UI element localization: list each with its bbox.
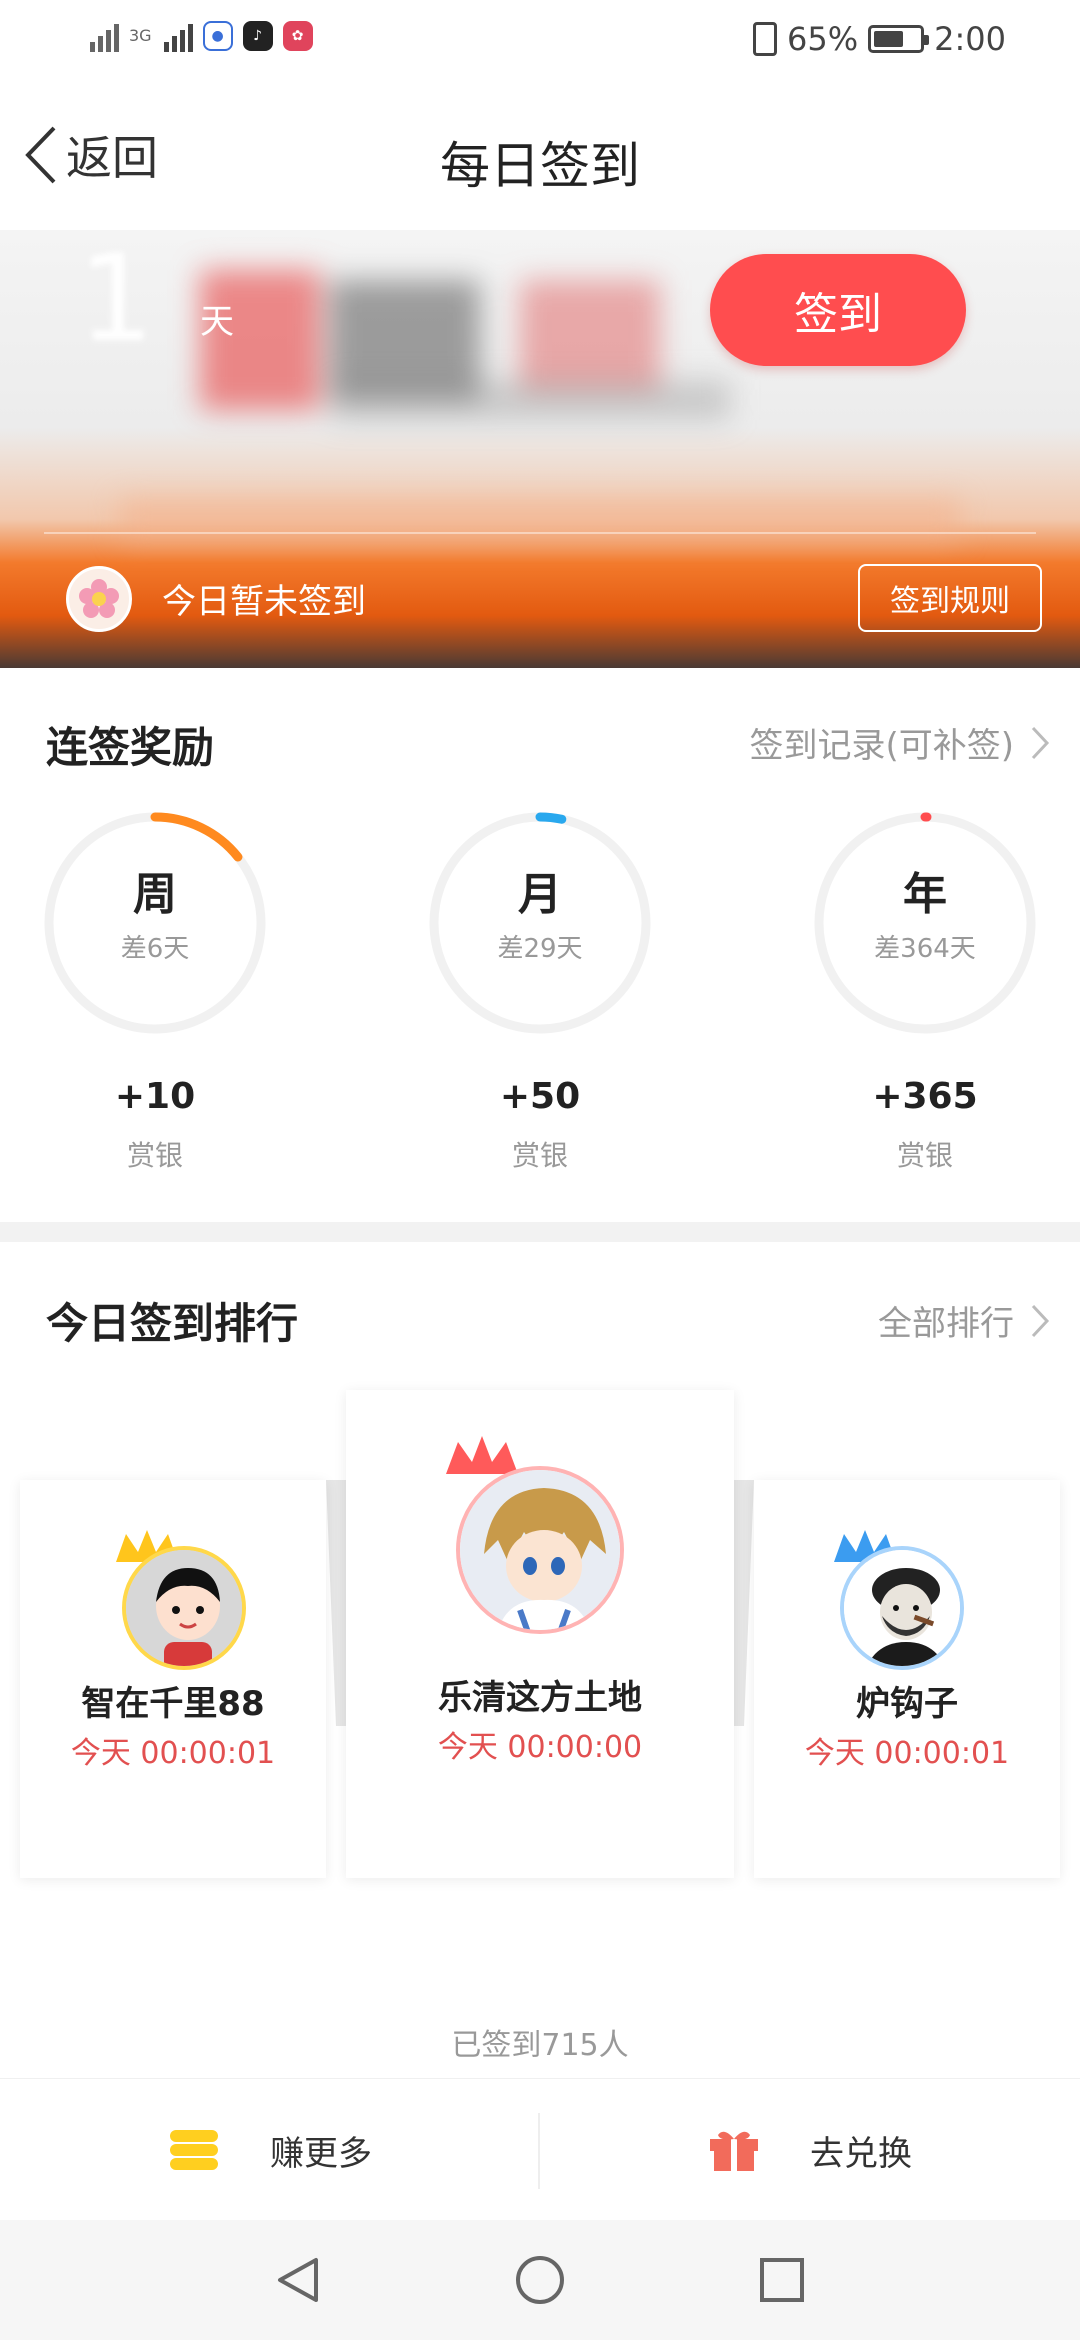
earn-more-button[interactable]: 赚更多 [168,2079,372,2221]
ranking-title: 今日签到排行 [46,1299,299,1348]
gift-icon [710,2131,758,2171]
streak-reward-currency: 赏银 [126,1139,183,1172]
rank-user-name: 智在千里88 [81,1684,265,1724]
nav-back-icon[interactable] [272,2254,324,2306]
streak-period-label: 月 [518,869,562,920]
rank-signin-time: 今天 00:00:00 [437,1730,643,1765]
network-type-label: 3G [129,26,152,45]
chevron-right-icon [1031,1304,1050,1337]
avatar [840,1546,964,1670]
podium-shadow-right [734,1480,754,1726]
streak-reward-value: +10 [114,1076,196,1117]
status-icons-left: 3G ● ♪ ✿ [90,20,313,52]
signin-button[interactable]: 签到 [710,254,966,366]
streak-remaining-label: 差6天 [120,934,190,964]
streak-ring-year: 年 差364天 [812,810,1038,1036]
streak-rewards-title: 连签奖励 [46,723,215,772]
rank-card-second[interactable]: 智在千里88 今天 00:00:01 [20,1480,326,1878]
baidu-app-icon: ● [202,21,233,51]
battery-percent: 65% [787,20,859,58]
rank-card-third[interactable]: 炉钩子 今天 00:00:01 [754,1480,1060,1878]
nav-home-icon[interactable] [514,2254,566,2306]
coins-icon [170,2130,218,2170]
streak-period-label: 年 [903,869,947,920]
streak-reward-value: +365 [872,1076,978,1117]
all-ranking-label: 全部排行 [878,1304,1014,1344]
signed-count-text: 已签到715人 [451,2028,629,2063]
redeem-button[interactable]: 去兑换 [708,2079,912,2221]
status-icons-right: 65% 2:00 [753,20,1006,58]
streak-reward-currency: 赏银 [511,1139,568,1172]
rank-signin-time: 今天 00:00:01 [70,1736,276,1771]
vibrate-icon [753,22,778,56]
redeem-label: 去兑换 [810,2133,912,2174]
streak-ring-week: 周 差6天 [42,810,268,1036]
signin-record-label: 签到记录(可补签) [749,726,1014,766]
podium-shadow-left [326,1480,346,1726]
status-bar: 3G ● ♪ ✿ 65% 2:00 [0,0,1080,84]
rank-signin-time: 今天 00:00:01 [804,1736,1010,1771]
streak-remaining-label: 差364天 [874,934,976,964]
huawei-app-icon: ✿ [282,21,313,51]
earn-more-label: 赚更多 [270,2133,372,2174]
tiktok-app-icon: ♪ [242,21,273,51]
nav-bar: 返回 每日签到 [0,84,1080,230]
signin-rules-button[interactable]: 签到规则 [858,564,1042,632]
action-divider [538,2113,540,2189]
all-ranking-link[interactable]: 全部排行 [878,1296,1050,1345]
signal-icon-sim1 [90,20,119,52]
bottom-action-bar: 赚更多 去兑换 [0,2078,1080,2220]
avatar [456,1466,624,1634]
avatar [122,1546,246,1670]
streak-days-unit: 天 [200,302,234,342]
streak-remaining-label: 差29天 [497,934,583,964]
signal-icon-sim2 [163,20,193,52]
streak-reward-value: +50 [499,1076,581,1117]
streak-reward-currency: 赏银 [896,1139,953,1172]
nav-recents-icon[interactable] [756,2254,808,2306]
clock: 2:00 [934,20,1006,58]
rank-card-first[interactable]: 乐清这方土地 今天 00:00:00 [346,1390,734,1878]
streak-ring-month: 月 差29天 [427,810,653,1036]
battery-icon [868,25,930,53]
rank-user-name: 炉钩子 [856,1684,958,1724]
flower-icon [66,566,132,632]
section-separator [0,1222,1080,1242]
signin-status-text: 今日暂未签到 [162,582,366,622]
rank-user-name: 乐清这方土地 [438,1678,642,1718]
system-nav-bar [0,2220,1080,2340]
signin-record-link[interactable]: 签到记录(可补签) [749,718,1050,767]
page-title: 每日签到 [440,137,640,195]
signin-banner: 1 天 签到 今日暂未签到 签到规则 [0,230,1080,668]
streak-days-number: 1 [78,230,155,369]
chevron-right-icon [1031,726,1050,759]
banner-divider [44,532,1036,534]
streak-period-label: 周 [133,869,177,920]
